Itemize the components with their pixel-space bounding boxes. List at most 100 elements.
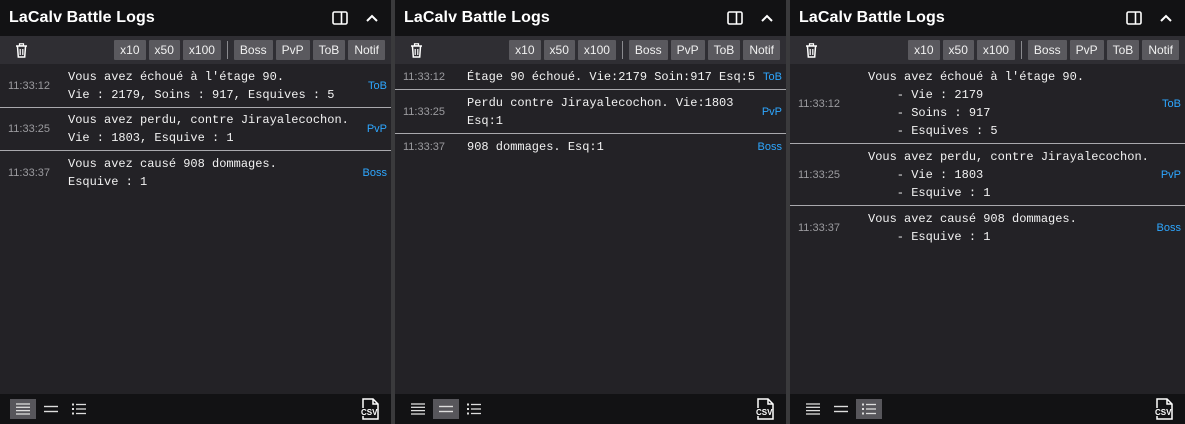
log-time: 11:33:37 (798, 221, 841, 234)
log-text: 908 dommages. Esq:1 (467, 140, 604, 154)
log-tag: Boss (757, 141, 782, 153)
log-row: 11:33:37 Vous avez causé 908 dommages. -… (790, 206, 1185, 249)
log-time: 11:33:37 (403, 141, 446, 153)
log-tag: PvP (761, 105, 782, 118)
x50-button[interactable]: x50 (543, 40, 575, 60)
log-time: 11:33:25 (403, 105, 446, 118)
log-row: 11:33:12 Étage 90 échoué. Vie:2179 Soin:… (395, 64, 786, 90)
x50-button[interactable]: x50 (942, 40, 974, 60)
log-tag: PvP (366, 123, 387, 135)
log-row: 11:33:37 Vous avez causé 908 dommages. E… (0, 151, 391, 194)
x10-button[interactable]: x10 (114, 40, 146, 60)
battle-log-panel-list: LaCalv Battle Logs x10 x50 x100 Boss PvP… (790, 0, 1185, 424)
panel-footer: CSV (790, 394, 1185, 424)
log-list: 11:33:12 Vous avez échoué à l'étage 90. … (0, 64, 391, 394)
notif-filter-button[interactable]: Notif (348, 40, 385, 60)
view-full-icon[interactable] (10, 399, 36, 419)
log-text: Étage 90 échoué. Vie:2179 Soin:917 Esq:5 (467, 69, 756, 84)
log-row: 11:33:12 Vous avez échoué à l'étage 90. … (790, 64, 1185, 144)
toolbar-divider (226, 41, 228, 59)
log-text: Vous avez échoué à l'étage 90. - Vie : 2… (868, 69, 1085, 138)
view-list-icon[interactable] (856, 399, 882, 419)
panel-title: LaCalv Battle Logs (799, 9, 945, 26)
panel-header: LaCalv Battle Logs (790, 0, 1185, 36)
log-list: 11:33:12 Vous avez échoué à l'étage 90. … (790, 64, 1185, 394)
pvp-filter-button[interactable]: PvP (670, 40, 705, 60)
svg-text:CSV: CSV (1155, 408, 1172, 417)
log-tag: ToB (1162, 97, 1181, 110)
view-compact-icon[interactable] (38, 399, 64, 419)
panel-footer: CSV (395, 394, 786, 424)
log-row: 11:33:25 Vous avez perdu, contre Jirayal… (0, 108, 391, 151)
trash-icon[interactable] (407, 41, 425, 59)
toolbar: x10 x50 x100 Boss PvP ToB Notif (0, 36, 391, 64)
panel-footer: CSV (0, 394, 391, 424)
panel-toggle-icon[interactable] (331, 9, 349, 27)
trash-icon[interactable] (802, 41, 820, 59)
log-tag: ToB (368, 79, 387, 92)
toolbar: x10 x50 x100 Boss PvP ToB Notif (790, 36, 1185, 64)
x100-button[interactable]: x100 (182, 40, 221, 60)
log-time: 11:33:12 (403, 70, 446, 83)
toolbar-divider (621, 41, 623, 59)
log-tag: ToB (763, 70, 782, 83)
panel-header: LaCalv Battle Logs (395, 0, 786, 36)
battle-log-panel-full: LaCalv Battle Logs x10 x50 x100 Boss PvP… (0, 0, 391, 424)
notif-filter-button[interactable]: Notif (743, 40, 780, 60)
panel-title: LaCalv Battle Logs (9, 9, 155, 26)
log-row: 11:33:25 Perdu contre Jirayalecochon. Vi… (395, 90, 786, 134)
pvp-filter-button[interactable]: PvP (1069, 40, 1104, 60)
chevron-up-icon[interactable] (758, 9, 776, 27)
log-tag: Boss (1156, 221, 1181, 234)
chevron-up-icon[interactable] (1157, 9, 1175, 27)
csv-export-icon[interactable]: CSV (1153, 398, 1175, 420)
view-full-icon[interactable] (800, 399, 826, 419)
log-row: 11:33:25 Vous avez perdu, contre Jirayal… (790, 144, 1185, 206)
x50-button[interactable]: x50 (148, 40, 180, 60)
view-compact-icon[interactable] (433, 399, 459, 419)
boss-filter-button[interactable]: Boss (628, 40, 668, 60)
x100-button[interactable]: x100 (577, 40, 616, 60)
view-compact-icon[interactable] (828, 399, 854, 419)
x10-button[interactable]: x10 (908, 40, 940, 60)
log-text: Vous avez perdu, contre Jirayalecochon. … (68, 113, 349, 145)
log-time: 11:33:12 (8, 79, 51, 92)
view-list-icon[interactable] (461, 399, 487, 419)
svg-text:CSV: CSV (756, 408, 773, 417)
log-row: 11:33:37 908 dommages. Esq:1 Boss (395, 134, 786, 160)
panel-header: LaCalv Battle Logs (0, 0, 391, 36)
log-list: 11:33:12 Étage 90 échoué. Vie:2179 Soin:… (395, 64, 786, 394)
trash-icon[interactable] (12, 41, 30, 59)
x10-button[interactable]: x10 (509, 40, 541, 60)
log-time: 11:33:25 (798, 168, 841, 181)
view-full-icon[interactable] (405, 399, 431, 419)
tob-filter-button[interactable]: ToB (707, 40, 741, 60)
svg-text:CSV: CSV (361, 408, 378, 417)
log-time: 11:33:37 (8, 166, 51, 179)
battle-log-panel-compact: LaCalv Battle Logs x10 x50 x100 Boss PvP… (395, 0, 786, 424)
log-text: Vous avez causé 908 dommages. - Esquive … (868, 211, 1077, 244)
toolbar-divider (1020, 41, 1022, 59)
notif-filter-button[interactable]: Notif (1142, 40, 1179, 60)
log-tag: PvP (1160, 168, 1181, 181)
panel-title: LaCalv Battle Logs (404, 9, 550, 26)
pvp-filter-button[interactable]: PvP (275, 40, 310, 60)
tob-filter-button[interactable]: ToB (312, 40, 346, 60)
csv-export-icon[interactable]: CSV (754, 398, 776, 420)
x100-button[interactable]: x100 (976, 40, 1015, 60)
log-time: 11:33:25 (8, 123, 51, 135)
csv-export-icon[interactable]: CSV (359, 398, 381, 420)
log-tag: Boss (362, 166, 387, 179)
panel-toggle-icon[interactable] (726, 9, 744, 27)
chevron-up-icon[interactable] (363, 9, 381, 27)
view-list-icon[interactable] (66, 399, 92, 419)
log-text: Vous avez causé 908 dommages. Esquive : … (68, 156, 277, 189)
log-text: Vous avez perdu, contre Jirayalecochon. … (868, 149, 1149, 200)
log-time: 11:33:12 (798, 97, 841, 110)
panel-toggle-icon[interactable] (1125, 9, 1143, 27)
tob-filter-button[interactable]: ToB (1106, 40, 1140, 60)
log-text: Perdu contre Jirayalecochon. Vie:1803 Es… (467, 95, 734, 128)
boss-filter-button[interactable]: Boss (233, 40, 273, 60)
boss-filter-button[interactable]: Boss (1027, 40, 1067, 60)
toolbar: x10 x50 x100 Boss PvP ToB Notif (395, 36, 786, 64)
